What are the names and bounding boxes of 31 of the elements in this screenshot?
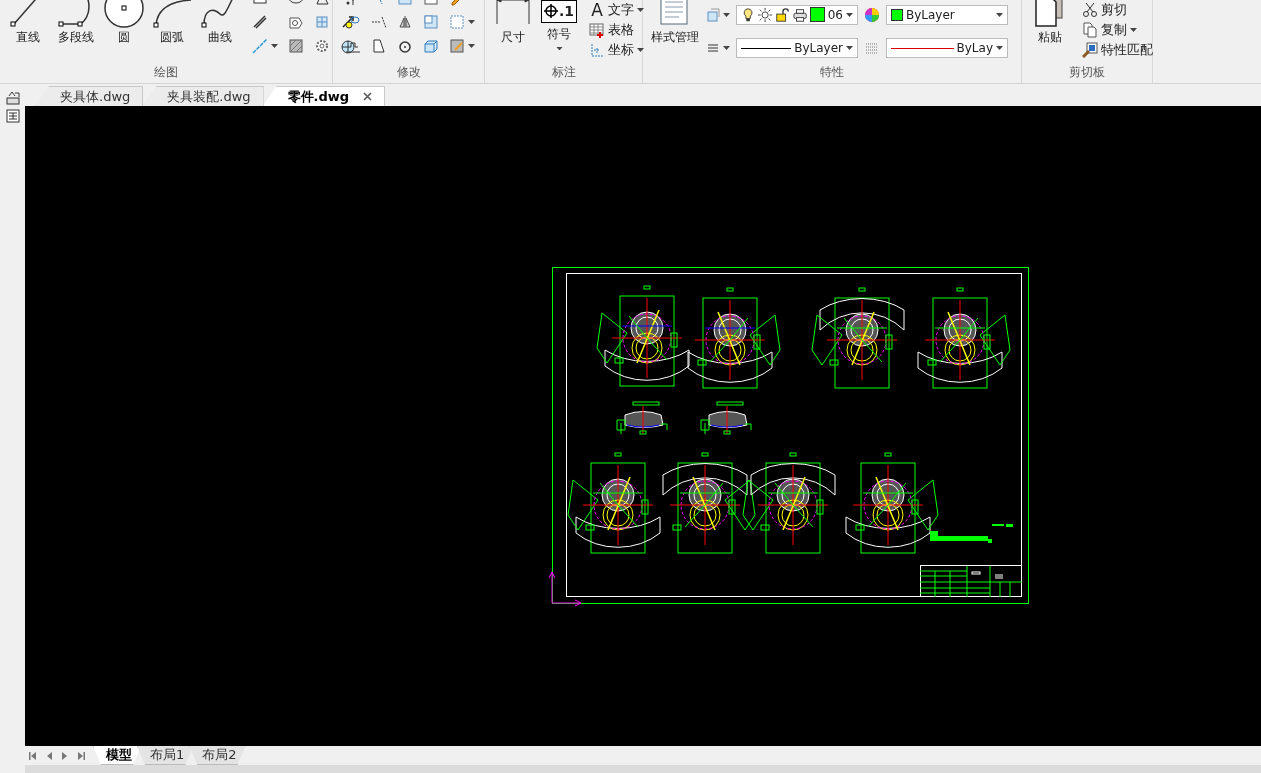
linetype-dropdown[interactable]: ByLayer [736, 38, 858, 59]
line-button[interactable]: 直线 [6, 0, 50, 50]
spline-button[interactable]: 曲线 [198, 0, 242, 50]
panel-title: 绘图 [154, 64, 178, 81]
lineweight-dropdown[interactable]: ByLay [886, 38, 1008, 59]
symbol-button[interactable]: .1 符号 [539, 0, 579, 50]
polyline-button[interactable]: 多段线 [54, 0, 98, 50]
panel-title: 剪切板 [1069, 64, 1105, 81]
letter-icon: A [589, 2, 605, 18]
copy-button[interactable]: 复制 [1080, 20, 1155, 40]
layout-tab[interactable]: 布局2 [189, 746, 246, 765]
panel-title: 修改 [396, 64, 421, 81]
layout-tab[interactable]: 模型 [93, 746, 141, 765]
panel-title: 标注 [551, 64, 576, 81]
table-button[interactable]: 表格 [587, 20, 646, 40]
coordinate-button[interactable]: 坐标 [587, 40, 646, 60]
match-button[interactable]: 特性匹配 [1080, 40, 1155, 60]
paste-button[interactable]: 粘贴 [1028, 0, 1072, 50]
color-dropdown[interactable]: ByLayer [886, 4, 1008, 25]
file-tab[interactable]: 夹具体.dwg [35, 86, 144, 106]
arc-button[interactable]: 圆弧 [150, 0, 194, 50]
cut-button[interactable]: 剪切 [1080, 0, 1155, 20]
circle-button[interactable]: 圆 [102, 0, 146, 50]
style-button[interactable]: 样式管理 [649, 0, 701, 50]
dimension-button[interactable]: 尺寸 [491, 0, 535, 50]
text-button[interactable]: A 文字 [587, 0, 646, 20]
panel-title: 特性 [820, 64, 844, 81]
layer-dropdown[interactable]: 06 [736, 4, 858, 25]
file-tab[interactable]: 零件.dwg [262, 86, 386, 106]
symbol-icon: .1 [541, 0, 577, 23]
file-tab[interactable]: 夹具装配.dwg [142, 86, 264, 106]
